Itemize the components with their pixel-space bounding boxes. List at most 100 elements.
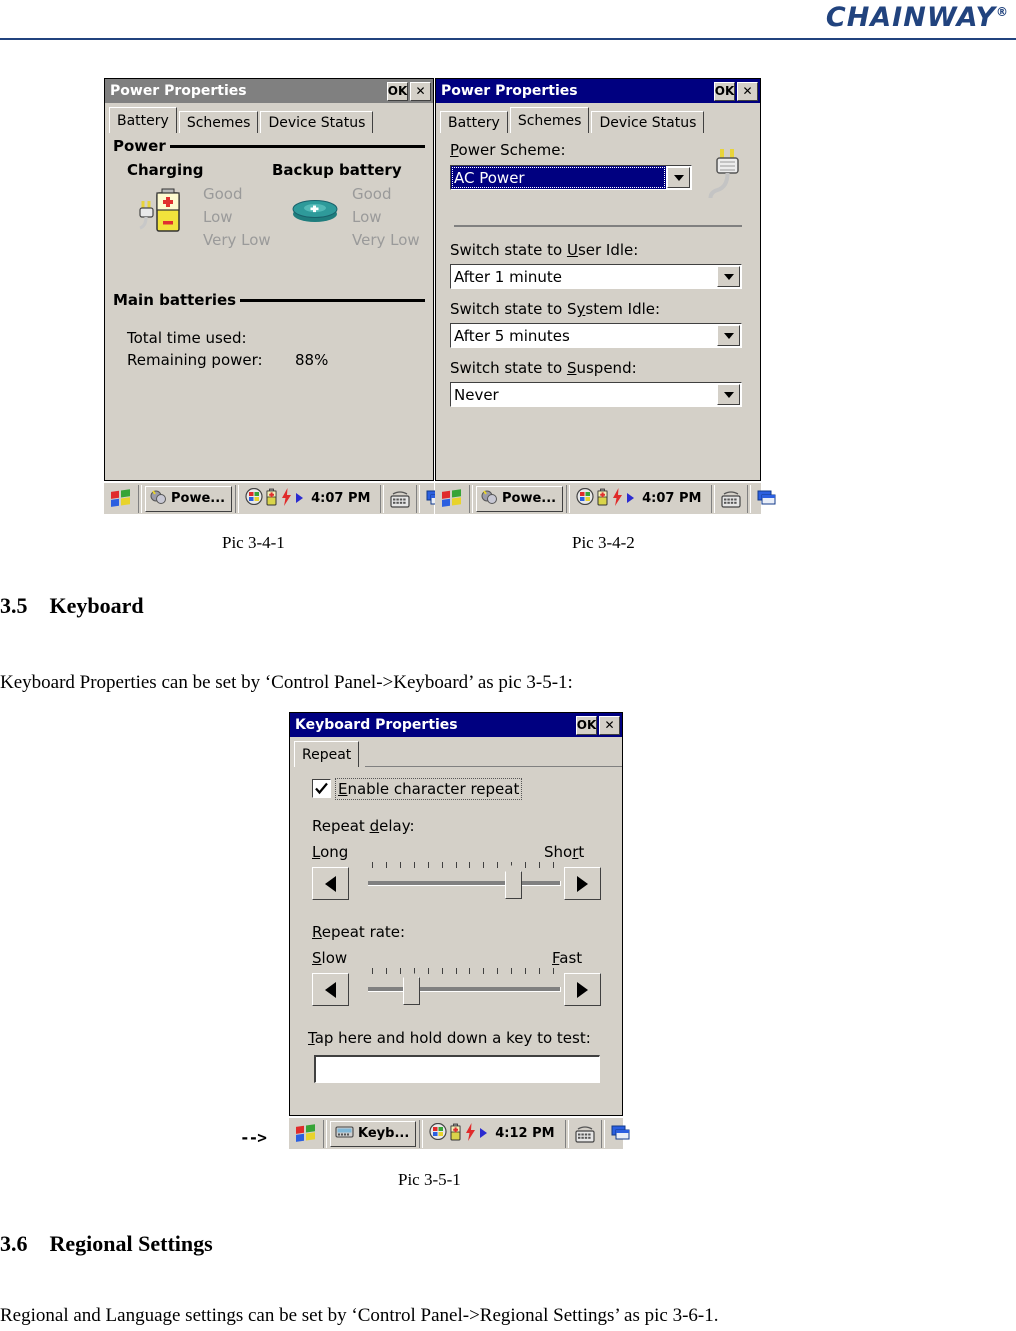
repeat-rate-min-label: Slow — [312, 949, 347, 967]
tab-battery[interactable]: Battery — [440, 111, 508, 133]
caption-pic-3-5-1: Pic 3-5-1 — [398, 1170, 461, 1189]
taskbar-task-keyboard[interactable]: Keyb... — [330, 1120, 417, 1147]
taskbar-right[interactable]: Powe... 4:07 PM — [435, 482, 776, 514]
tabstrip: Battery Schemes Device Status — [109, 107, 433, 133]
power-properties-window-schemes[interactable]: Power Properties OK ✕ Battery Schemes De… — [435, 78, 761, 481]
taskbar-task-power[interactable]: Powe... — [476, 485, 564, 512]
repeat-delay-increase-button[interactable] — [564, 867, 601, 900]
enable-character-repeat-label[interactable]: Enable character repeat — [334, 778, 523, 800]
titlebar: Power Properties OK ✕ — [436, 79, 760, 103]
chainway-logo: CHAINWAY® — [826, 2, 1008, 33]
system-tray[interactable]: 4:07 PM — [570, 485, 711, 513]
backup-state-low: Low — [352, 208, 382, 226]
tab-device-status[interactable]: Device Status — [260, 111, 374, 133]
backup-state-very-low: Very Low — [352, 231, 420, 249]
windows-start-icon[interactable] — [104, 484, 138, 514]
keyboard-icon[interactable] — [384, 485, 416, 513]
keyboard-paragraph: Keyboard Properties can be set by ‘Contr… — [0, 672, 573, 693]
ok-button[interactable]: OK — [576, 715, 597, 735]
lightning-icon — [281, 487, 292, 510]
battery-icon[interactable] — [597, 488, 609, 510]
network-icon[interactable] — [429, 1122, 447, 1144]
taskbar-task-label: Powe... — [171, 491, 226, 506]
repeat-rate-decrease-button[interactable] — [312, 973, 349, 1006]
system-idle-label-post: stem Idle: — [585, 300, 661, 318]
taskbar-left[interactable]: Powe... 4:07 PM — [104, 482, 445, 514]
suspend-combobox[interactable]: Never — [450, 382, 742, 407]
section-divider — [454, 225, 742, 227]
window-title: Power Properties — [441, 83, 578, 99]
tab-schemes[interactable]: Schemes — [509, 107, 590, 133]
network-icon[interactable] — [245, 487, 263, 509]
windows-start-icon[interactable] — [289, 1119, 323, 1149]
keyboard-icon[interactable] — [569, 1120, 601, 1148]
taskbar-task-power[interactable]: Powe... — [145, 485, 233, 512]
taskbar-clock[interactable]: 4:07 PM — [307, 491, 374, 506]
show-desktop-icon[interactable] — [751, 485, 783, 513]
keyboard-properties-window[interactable]: Keyboard Properties OK ✕ Repeat Enable c… — [289, 712, 623, 1116]
chevron-down-icon[interactable] — [667, 167, 690, 188]
tabstrip: Repeat — [294, 741, 622, 767]
repeat-delay-decrease-button[interactable] — [312, 867, 349, 900]
system-tray[interactable]: 4:12 PM — [423, 1120, 564, 1148]
battery-icon[interactable] — [450, 1123, 462, 1145]
triangle-left-icon — [325, 875, 336, 892]
system-tray[interactable]: 4:07 PM — [239, 485, 380, 513]
regional-paragraph: Regional and Language settings can be se… — [0, 1305, 719, 1326]
backup-state-good: Good — [352, 185, 392, 203]
enable-repeat-label-rest: nable character repeat — [347, 780, 520, 798]
main-batteries-rule — [240, 298, 425, 302]
triangle-right-icon — [577, 981, 588, 998]
ok-button[interactable]: OK — [714, 81, 735, 101]
section-number: 3.5 — [0, 593, 28, 618]
tab-schemes[interactable]: Schemes — [178, 111, 259, 133]
repeat-rate-label: Repeat rate: — [312, 923, 405, 941]
tabstrip: Battery Schemes Device Status — [440, 107, 760, 133]
windows-start-icon[interactable] — [435, 484, 469, 514]
system-idle-combobox[interactable]: After 5 minutes — [450, 323, 742, 348]
taskbar-clock[interactable]: 4:07 PM — [638, 491, 705, 506]
battery-icon[interactable] — [266, 488, 278, 510]
taskbar-separator — [138, 484, 142, 513]
system-idle-value: After 5 minutes — [454, 326, 570, 345]
keyboard-icon[interactable] — [715, 485, 747, 513]
keyboard-test-input[interactable] — [314, 1055, 600, 1083]
power-scheme-combobox[interactable]: AC Power — [450, 165, 692, 190]
play-icon — [479, 1124, 488, 1143]
play-icon — [295, 489, 304, 508]
registered-mark: ® — [996, 5, 1008, 19]
taskbar-clock[interactable]: 4:12 PM — [491, 1126, 558, 1141]
tab-battery[interactable]: Battery — [109, 107, 177, 133]
power-group-rule — [169, 144, 425, 148]
lightning-icon — [465, 1122, 476, 1145]
taskbar-keyboard[interactable]: Keyb... 4:12 PM — [289, 1117, 630, 1149]
close-button[interactable]: ✕ — [599, 715, 620, 735]
close-button[interactable]: ✕ — [410, 81, 431, 101]
repeat-rate-increase-button[interactable] — [564, 973, 601, 1006]
show-desktop-icon[interactable] — [605, 1120, 637, 1148]
chevron-down-icon[interactable] — [717, 325, 740, 346]
taskbar-separator — [469, 484, 473, 513]
repeat-rate-max-label: Fast — [552, 949, 582, 967]
taskbar-separator — [323, 1119, 327, 1148]
power-properties-window-battery[interactable]: Power Properties OK ✕ Battery Schemes De… — [104, 78, 434, 481]
user-idle-combobox[interactable]: After 1 minute — [450, 264, 742, 289]
caption-pic-3-4-2: Pic 3-4-2 — [572, 533, 635, 552]
backup-battery-header: Backup battery — [272, 161, 402, 179]
repeat-delay-thumb[interactable] — [504, 864, 522, 899]
enable-character-repeat-checkbox[interactable] — [312, 779, 331, 798]
repeat-delay-track[interactable] — [368, 881, 561, 886]
triangle-left-icon — [325, 981, 336, 998]
ok-button[interactable]: OK — [387, 81, 408, 101]
repeat-rate-thumb[interactable] — [403, 970, 420, 1005]
chevron-down-icon[interactable] — [717, 384, 740, 405]
close-button[interactable]: ✕ — [737, 81, 758, 101]
power-scheme-mnemonic: P — [450, 141, 459, 159]
tab-repeat[interactable]: Repeat — [294, 741, 360, 767]
tab-device-status[interactable]: Device Status — [591, 111, 705, 133]
battery-tab-panel: Power Charging Backup battery Good Low V… — [105, 137, 433, 397]
repeat-rate-track[interactable] — [368, 987, 561, 992]
remaining-power-label: Remaining power: — [127, 351, 263, 369]
chevron-down-icon[interactable] — [717, 266, 740, 287]
network-icon[interactable] — [576, 487, 594, 509]
